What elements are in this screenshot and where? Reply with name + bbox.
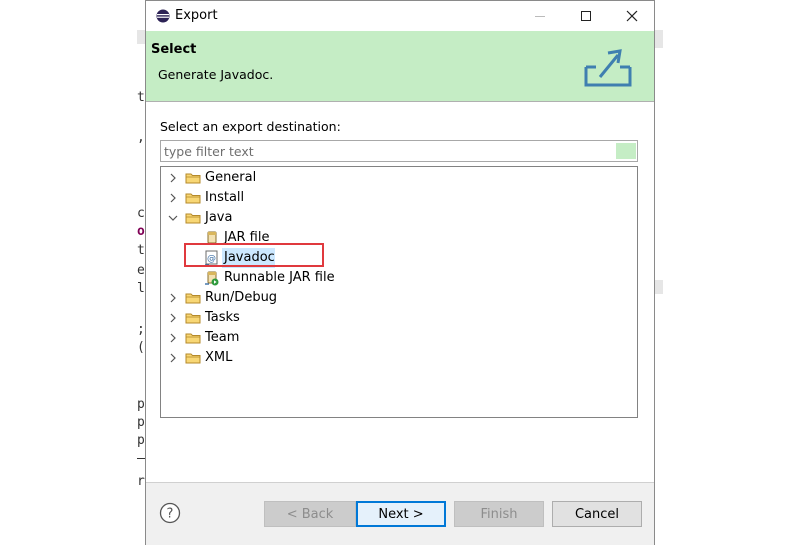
editor-tab-strip — [655, 30, 663, 48]
export-wizard-tree: General Install Java JAR file @ Javadoc … — [160, 166, 638, 418]
tree-item-label: General — [205, 170, 257, 185]
chevron-down-icon[interactable] — [167, 208, 179, 228]
tree-item-label: XML — [205, 350, 233, 365]
finish-button[interactable]: Finish — [454, 501, 544, 527]
tree-item-run-debug[interactable]: Run/Debug — [161, 288, 637, 308]
help-icon[interactable]: ? — [159, 502, 181, 524]
wizard-content: Select an export destination: General In… — [146, 102, 654, 482]
maximize-icon — [581, 11, 591, 21]
cancel-button[interactable]: Cancel — [552, 501, 642, 527]
tree-item-java[interactable]: Java — [161, 208, 637, 228]
tree-item-team[interactable]: Team — [161, 328, 637, 348]
tree-item-install[interactable]: Install — [161, 188, 637, 208]
folder-icon — [185, 193, 201, 204]
editor-fragment: p — [137, 415, 145, 430]
editor-fragment: c — [137, 206, 145, 221]
wizard-banner: Select Generate Javadoc. — [146, 31, 654, 102]
folder-icon — [185, 173, 201, 184]
editor-fragment: l — [137, 281, 145, 296]
minimize-button[interactable] — [517, 1, 563, 31]
folder-open-icon — [185, 213, 201, 224]
runnable-jar-icon — [205, 271, 219, 286]
editor-fragment: o — [137, 224, 145, 239]
editor-scroll-strip — [655, 280, 663, 294]
close-icon — [626, 10, 638, 22]
folder-icon — [185, 313, 201, 324]
filter-clear-button[interactable] — [616, 143, 636, 159]
svg-text:?: ? — [167, 507, 174, 522]
window-title: Export — [175, 8, 218, 23]
tree-item-label: Team — [205, 330, 240, 345]
next-button[interactable]: Next > — [356, 501, 446, 527]
tree-item-label: Run/Debug — [205, 290, 278, 305]
export-wizard-icon — [584, 49, 632, 87]
editor-fragment: p — [137, 433, 145, 448]
editor-fragment: , — [137, 130, 145, 145]
export-dialog: Export Select Generate Javadoc. Select a… — [145, 0, 655, 545]
editor-fragment: p — [137, 397, 145, 412]
back-button[interactable]: < Back — [264, 501, 356, 527]
annotation-highlight-box — [184, 243, 324, 267]
editor-fragment: e — [137, 263, 145, 278]
editor-fragment: ; — [137, 322, 145, 337]
editor-fragment: ( — [137, 340, 145, 355]
title-bar: Export — [146, 1, 654, 31]
tree-item-label: Tasks — [205, 310, 240, 325]
destination-prompt: Select an export destination: — [160, 119, 341, 134]
tree-item-runnable-jar-file[interactable]: Runnable JAR file — [161, 268, 637, 288]
tree-item-xml[interactable]: XML — [161, 348, 637, 368]
folder-icon — [185, 293, 201, 304]
tree-item-general[interactable]: General — [161, 168, 637, 188]
editor-fragment: t — [137, 90, 145, 105]
minimize-icon — [535, 16, 545, 17]
tree-item-tasks[interactable]: Tasks — [161, 308, 637, 328]
chevron-right-icon[interactable] — [167, 168, 179, 188]
tree-item-label: Java — [205, 210, 233, 225]
tree-item-label: Install — [205, 190, 245, 205]
editor-fragment: t — [137, 243, 145, 258]
folder-icon — [185, 333, 201, 344]
close-button[interactable] — [609, 1, 655, 31]
chevron-right-icon[interactable] — [167, 288, 179, 308]
background-right-edge — [655, 0, 663, 550]
maximize-button[interactable] — [563, 1, 609, 31]
filter-input[interactable] — [161, 141, 614, 161]
tree-item-label: Runnable JAR file — [224, 270, 335, 285]
chevron-right-icon[interactable] — [167, 328, 179, 348]
folder-icon — [185, 353, 201, 364]
page-description: Generate Javadoc. — [158, 67, 274, 82]
page-title: Select — [151, 42, 197, 57]
eclipse-icon — [156, 9, 170, 23]
button-bar: ? < Back Next > Finish Cancel — [146, 482, 654, 545]
editor-fragment: r — [137, 474, 145, 489]
chevron-right-icon[interactable] — [167, 348, 179, 368]
filter-field — [160, 140, 638, 162]
chevron-right-icon[interactable] — [167, 308, 179, 328]
chevron-right-icon[interactable] — [167, 188, 179, 208]
